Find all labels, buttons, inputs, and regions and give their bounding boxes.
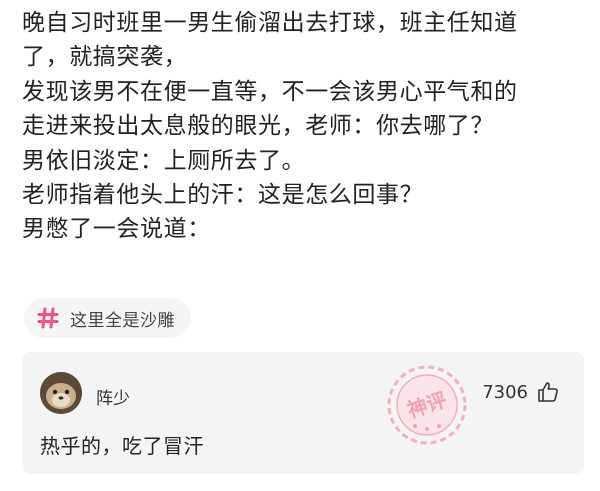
- hash-icon: [36, 306, 60, 330]
- topic-tag-label: 这里全是沙雕: [70, 310, 175, 331]
- top-comment-card: 阵少 神评 7306 热乎的，吃了冒汗: [22, 352, 584, 474]
- like-button[interactable]: 7306: [482, 380, 560, 404]
- god-comment-stamp: 神评: [382, 360, 472, 450]
- commenter-name[interactable]: 阵少: [96, 384, 130, 409]
- post-line: 男憋了一会说道：: [22, 216, 211, 243]
- post-line: 发现该男不在便一直等，不一会该男心平气和的: [22, 78, 518, 105]
- like-count: 7306: [482, 381, 528, 403]
- post-line: 老师指着他头上的汗：这是怎么回事？: [22, 182, 424, 209]
- thumbs-up-icon: [536, 380, 560, 404]
- post-line: 了，就搞突袭，: [22, 44, 188, 71]
- post-body: 晚自习时班里一男生偷溜出去打球，班主任知道 了，就搞突袭， 发现该男不在便一直等…: [22, 6, 582, 247]
- post-line: 走进来投出太息般的眼光，老师：你去哪了？: [22, 113, 494, 140]
- post-line: 男依旧淡定：上厕所去了。: [22, 147, 306, 174]
- post-line: 晚自习时班里一男生偷溜出去打球，班主任知道: [22, 10, 518, 36]
- comment-text: 热乎的，吃了冒汗: [40, 434, 204, 458]
- avatar[interactable]: [40, 372, 82, 414]
- topic-tag[interactable]: 这里全是沙雕: [24, 298, 191, 338]
